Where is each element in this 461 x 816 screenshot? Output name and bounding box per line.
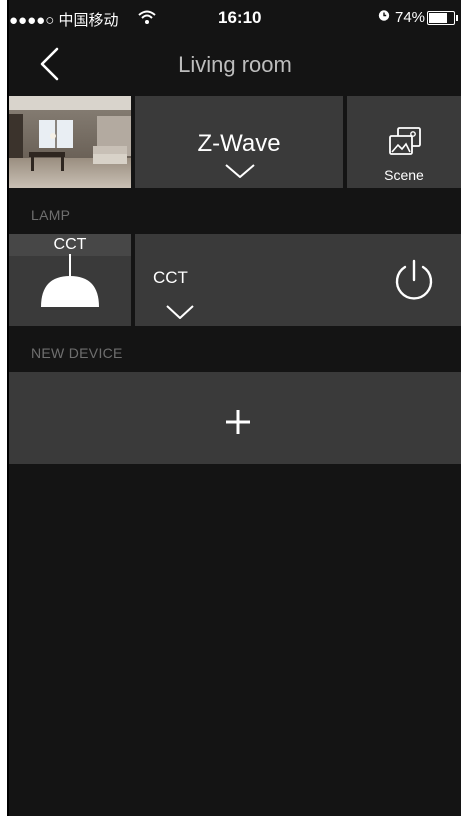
protocol-selector[interactable]: Z-Wave [135,96,343,188]
carrier-text: ●●●●○ 中国移动 [9,12,119,29]
screen-left-edge [0,0,9,816]
section-label-lamp: LAMP [31,207,71,223]
clock-time: 16:10 [218,8,262,27]
plus-icon [224,408,252,436]
protocol-label: Z-Wave [197,130,281,157]
status-bar: ●●●●○ 中国移动 16:10 74% [9,0,461,34]
lamp-device-control[interactable]: CCT [135,234,461,326]
add-device-button[interactable] [9,372,461,464]
lamp-type-label: CCT [53,236,87,253]
chevron-down-icon[interactable] [165,304,195,320]
app-screen: ●●●●○ 中国移动 16:10 74% Living room Z-Wave … [9,0,461,816]
scene-label: Scene [384,167,424,183]
page-title: Living room [178,52,292,77]
battery-icon [427,11,458,25]
lamp-icon [40,254,100,310]
alarm-icon [377,8,391,22]
battery-percent: 74% [395,9,426,26]
section-label-new-device: NEW DEVICE [31,345,123,361]
scene-icon [387,126,423,158]
scene-button[interactable]: Scene [347,96,461,188]
wifi-icon [137,9,157,25]
chevron-down-icon [224,162,256,180]
nav-bar: Living room [9,34,461,94]
lamp-device-icon[interactable]: CCT [9,234,131,326]
lamp-mode-label: CCT [153,268,188,287]
room-photo[interactable] [9,96,131,188]
power-icon[interactable] [391,258,437,304]
